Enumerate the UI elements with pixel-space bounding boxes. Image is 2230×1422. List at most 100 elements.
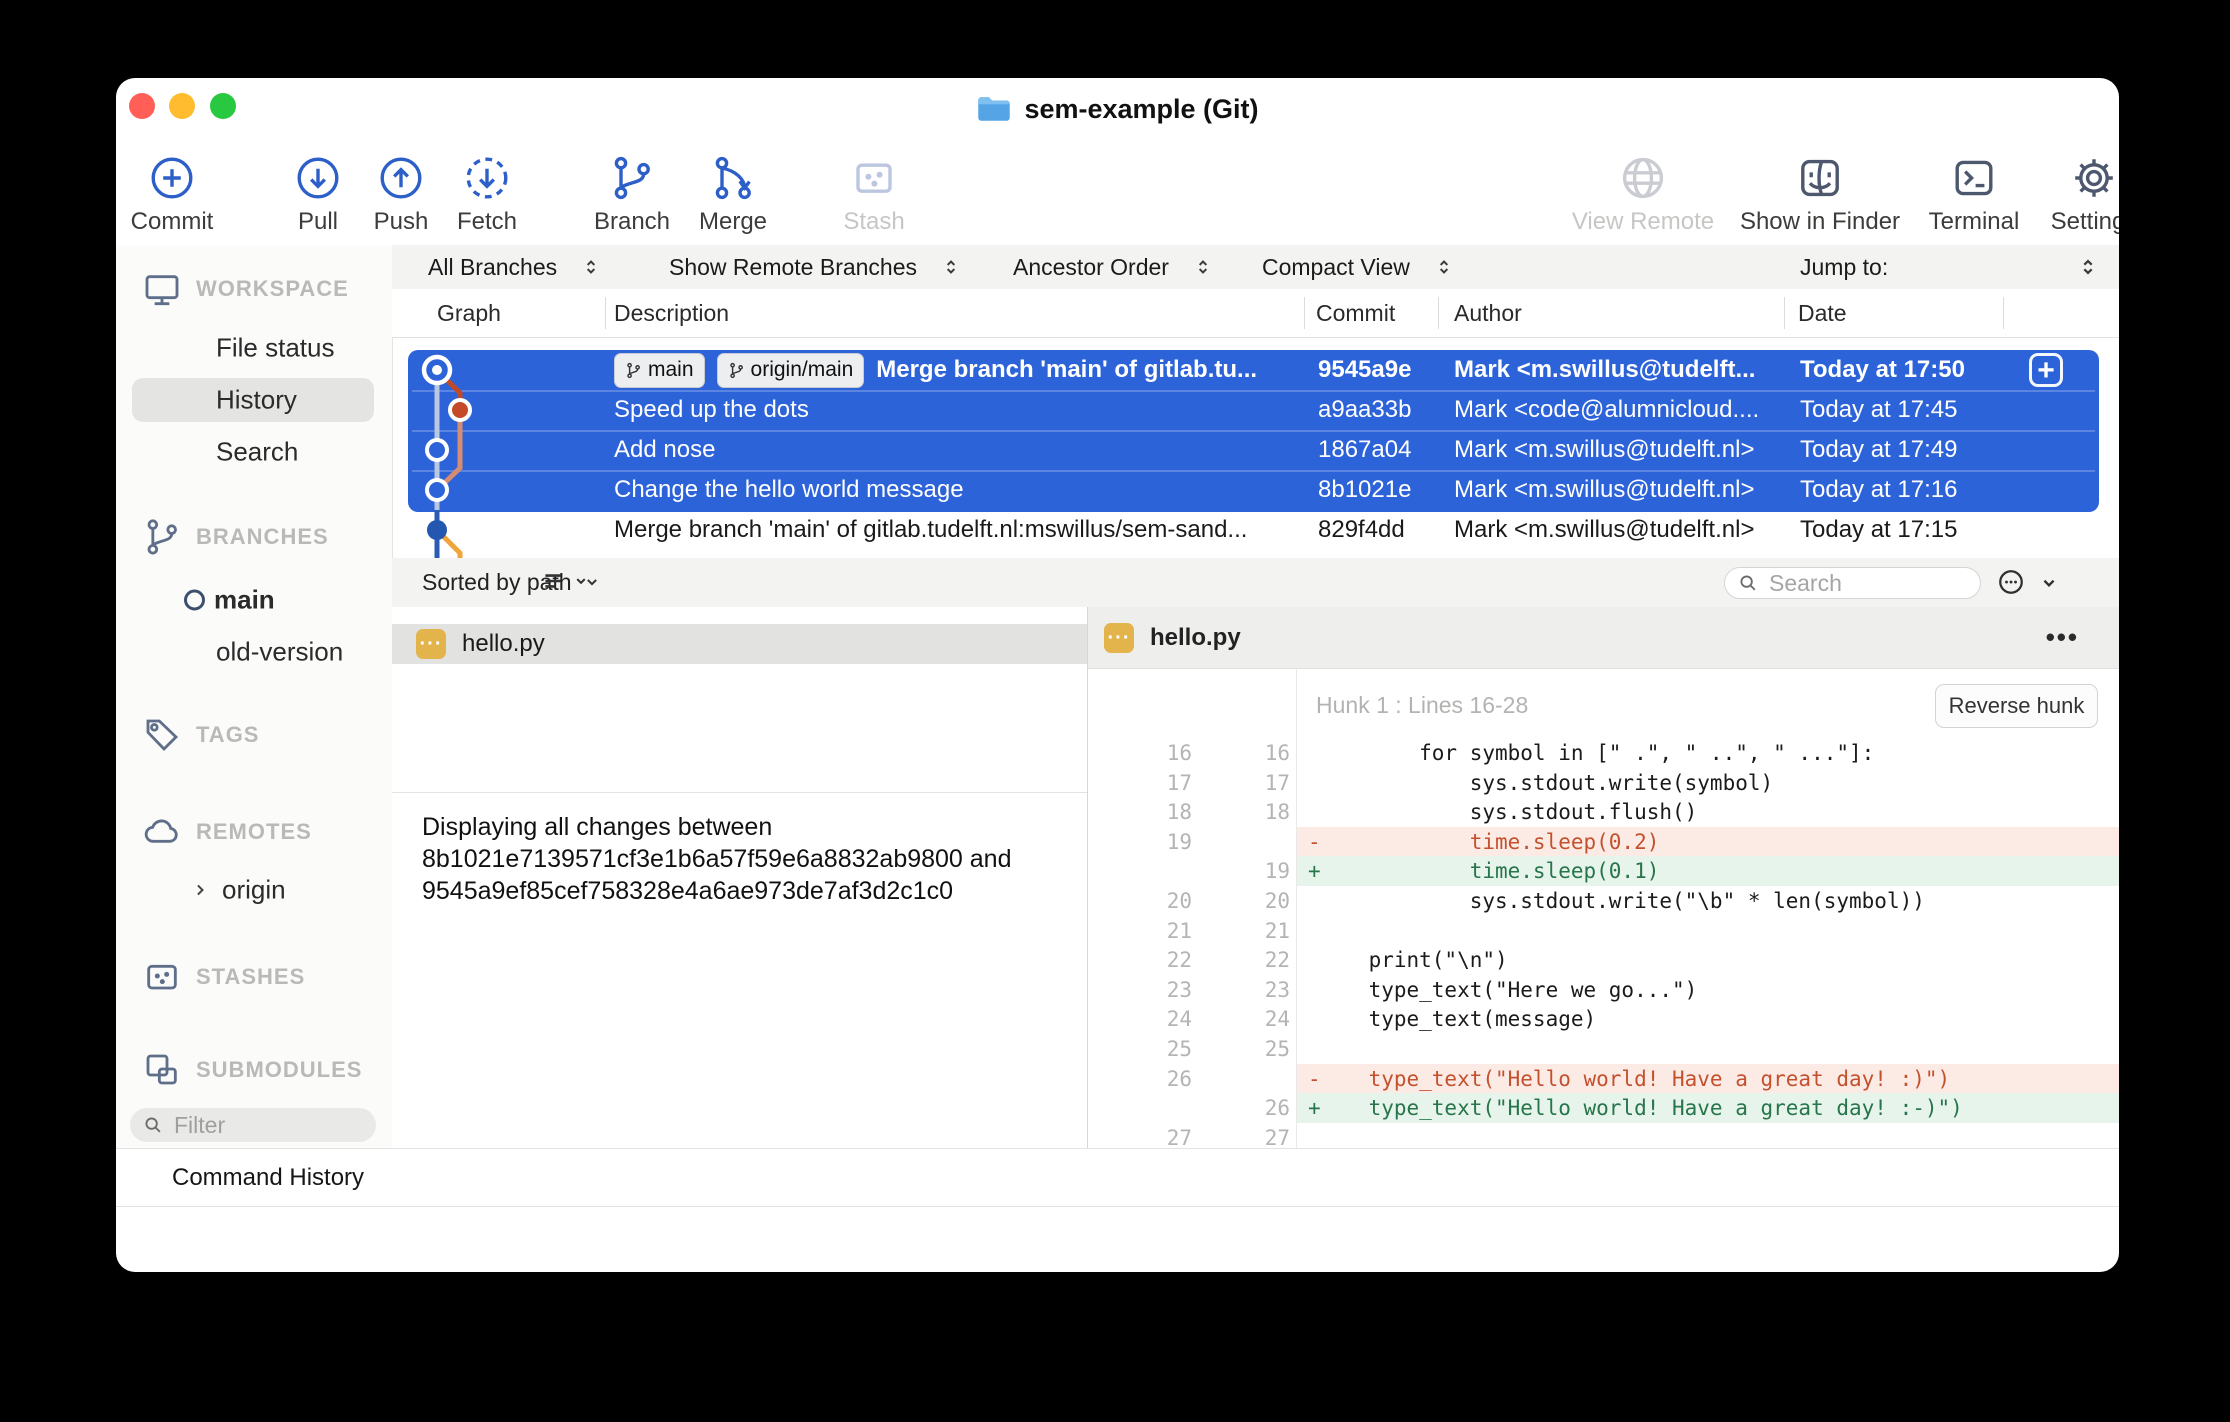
updown-chevron-icon bbox=[2083, 259, 2093, 275]
commit-message: Change the hello world message bbox=[614, 476, 964, 503]
dropdown-compact-view[interactable]: Compact View bbox=[1262, 245, 1454, 289]
file-list-toolbar: Sorted by path bbox=[392, 558, 2119, 608]
old-line-number: 27 bbox=[1166, 1125, 1192, 1148]
stash-icon bbox=[147, 964, 177, 990]
new-line-number: 23 bbox=[1264, 977, 1290, 1002]
sidebar-item-old-version[interactable]: old-version bbox=[216, 637, 343, 668]
commit-author: Mark <m.swillus@tudelft.nl> bbox=[1454, 436, 1755, 463]
code-text: sys.stdout.flush() bbox=[1318, 800, 1698, 825]
sidebar-section-workspace[interactable]: WORKSPACE bbox=[116, 269, 392, 309]
updown-chevron-icon bbox=[587, 260, 596, 274]
old-line-number: 23 bbox=[1166, 977, 1192, 1002]
current-branch-icon bbox=[184, 589, 205, 611]
branch-badge-main[interactable]: main bbox=[614, 352, 705, 388]
sidebar-section-branches[interactable]: BRANCHES bbox=[116, 517, 392, 557]
old-line-number: 25 bbox=[1166, 1037, 1192, 1061]
sidebar-item-origin[interactable]: origin bbox=[222, 875, 286, 906]
new-line-number: 26 bbox=[1264, 1096, 1290, 1121]
command-history-bar[interactable]: Command History bbox=[116, 1148, 2119, 1207]
settings-button[interactable]: Settings bbox=[1994, 140, 2119, 236]
commit-row-8b1021e[interactable]: Change the hello world message 8b1021e Mar… bbox=[392, 470, 2099, 510]
column-header-date[interactable]: Date bbox=[1798, 289, 1847, 337]
updown-chevron-icon bbox=[946, 260, 956, 274]
code-text: type_text("Here we go...") bbox=[1318, 977, 1698, 1002]
diff-line-removed: 26- type_text("Hello world! Have a great… bbox=[1088, 1063, 2119, 1094]
commit-message: Speed up the dots bbox=[614, 396, 809, 423]
chevron-down-icon bbox=[2043, 579, 2055, 587]
old-line-number: 21 bbox=[1166, 918, 1192, 943]
jump-to-dropdown[interactable] bbox=[2077, 256, 2099, 278]
branch-badge-origin-main[interactable]: origin/main bbox=[716, 352, 865, 388]
monitor-icon bbox=[145, 275, 179, 306]
changed-files-pane: ··· hello.py Displaying all changes betw… bbox=[392, 607, 1087, 1148]
search-icon bbox=[1740, 575, 1756, 591]
column-header-graph[interactable]: Graph bbox=[437, 289, 501, 337]
diff-search-field[interactable] bbox=[1724, 567, 1981, 599]
hunk-label: Hunk 1 : Lines 16-28 bbox=[1316, 692, 1529, 718]
modified-file-icon: ··· bbox=[416, 629, 446, 659]
sidebar-item-main[interactable]: main bbox=[214, 585, 275, 616]
diff-menu-icon[interactable]: ••• bbox=[2046, 607, 2079, 668]
reverse-hunk-button[interactable]: Reverse hunk bbox=[1935, 684, 2098, 728]
commit-message-cell: Add nose bbox=[614, 430, 1314, 470]
diff-search-input[interactable] bbox=[1767, 568, 1968, 598]
column-divider[interactable] bbox=[2003, 297, 2004, 329]
sidebar-item-file-status[interactable]: File status bbox=[216, 333, 335, 364]
add-tag-button[interactable]: + bbox=[2029, 353, 2063, 387]
column-divider[interactable] bbox=[1304, 297, 1305, 329]
dropdown-all-branches[interactable]: All Branches bbox=[428, 245, 601, 289]
commit-row-9545a9e[interactable]: main origin/main Merge branch 'main' of gi… bbox=[392, 350, 2099, 390]
folder-icon bbox=[976, 94, 1012, 124]
column-divider[interactable] bbox=[1784, 297, 1785, 329]
sidebar-item-history[interactable]: History bbox=[216, 385, 297, 416]
section-label: STASHES bbox=[196, 964, 306, 989]
merge-icon bbox=[715, 156, 751, 200]
branch-icon bbox=[147, 519, 177, 555]
dropdown-label: Ancestor Order bbox=[1013, 253, 1169, 280]
chevron-right-icon[interactable] bbox=[190, 880, 210, 900]
column-divider[interactable] bbox=[1438, 297, 1439, 329]
dropdown-ancestor-order[interactable]: Ancestor Order bbox=[1013, 245, 1213, 289]
stash-button: Stash bbox=[774, 140, 974, 236]
sidebar-section-stashes[interactable]: STASHES bbox=[116, 957, 392, 997]
submodules-icon bbox=[146, 1054, 177, 1085]
new-line-number: 24 bbox=[1264, 1007, 1290, 1032]
diff-line-added: 19 + time.sleep(0.1) bbox=[1088, 856, 2119, 887]
options-chevron[interactable] bbox=[2038, 572, 2060, 594]
sidebar-item-search[interactable]: Search bbox=[216, 437, 298, 468]
column-header-author[interactable]: Author bbox=[1454, 289, 1522, 337]
column-header-commit[interactable]: Commit bbox=[1316, 289, 1395, 337]
commit-hash: a9aa33b bbox=[1318, 396, 1412, 423]
diff-range-summary: Displaying all changes between 8b1021e71… bbox=[422, 813, 1012, 905]
commit-message-cell: Merge branch 'main' of gitlab.tudelft.nl… bbox=[614, 510, 1314, 550]
sidebar-section-submodules[interactable]: SUBMODULES bbox=[116, 1050, 392, 1090]
window-title: sem-example (Git) bbox=[1024, 93, 1259, 124]
diff-line-23: 23 23 type_text("Here we go...") bbox=[1088, 975, 2119, 1005]
sidebar-filter-input[interactable] bbox=[172, 1110, 364, 1140]
file-row-hello-py[interactable]: ··· hello.py bbox=[392, 624, 1087, 664]
commit-row-a9aa33b[interactable]: Speed up the dots a9aa33b Mark <code@alumn… bbox=[392, 390, 2099, 430]
new-line-number: 27 bbox=[1264, 1125, 1290, 1148]
commit-table-header: Graph Description Commit Author Date bbox=[392, 289, 2119, 338]
sidebar-section-tags[interactable]: TAGS bbox=[116, 715, 392, 755]
diff-line-22: 22 22 print("\n") bbox=[1088, 945, 2119, 975]
commit-row-1867a04[interactable]: Add nose 1867a04 Mark <m.swillus@tudelft.n… bbox=[392, 430, 2099, 470]
code-text: type_text("Hello world! Have a great day… bbox=[1318, 1096, 1963, 1121]
toolbar-label: View Remote bbox=[1571, 208, 1715, 235]
old-line-number: 17 bbox=[1166, 770, 1192, 795]
sidebar-filter-field[interactable] bbox=[130, 1108, 376, 1142]
toolbar-label: Settings bbox=[2050, 208, 2119, 235]
new-line-number: 19 bbox=[1264, 859, 1290, 884]
view-mode-dropdown[interactable] bbox=[540, 568, 590, 594]
more-options-icon[interactable] bbox=[1996, 567, 2026, 597]
branch-icon bbox=[729, 362, 743, 378]
view-remote-button: View Remote bbox=[1543, 140, 1743, 236]
diff-file-name: hello.py bbox=[1150, 623, 1241, 651]
section-label: BRANCHES bbox=[196, 524, 329, 549]
diff-line-24: 24 24 type_text(message) bbox=[1088, 1004, 2119, 1034]
column-divider[interactable] bbox=[605, 297, 606, 329]
column-header-description[interactable]: Description bbox=[614, 289, 729, 337]
dropdown-show-remote-branches[interactable]: Show Remote Branches bbox=[669, 245, 961, 289]
sidebar-section-remotes[interactable]: REMOTES bbox=[116, 812, 392, 852]
commit-row-829f4dd[interactable]: Merge branch 'main' of gitlab.tudelft.nl… bbox=[392, 510, 2099, 550]
